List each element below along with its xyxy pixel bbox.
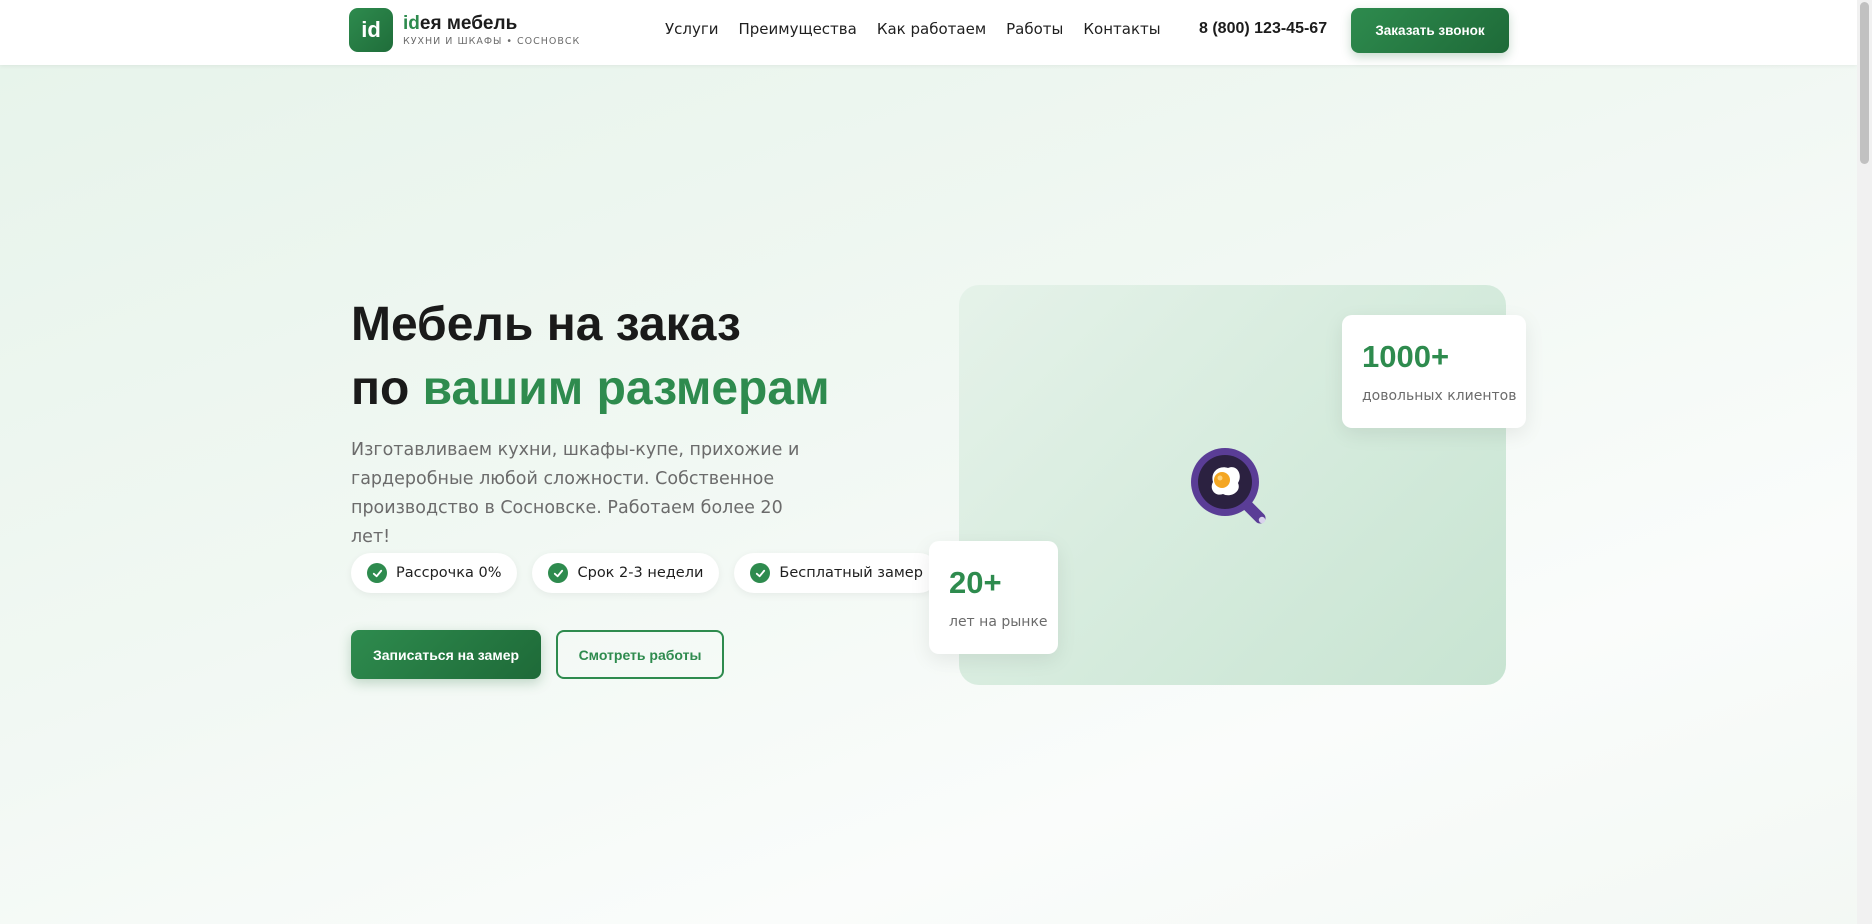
feature-chip-label: Рассрочка 0% bbox=[396, 565, 502, 581]
stat-card-clients: 1000+ довольных клиентов bbox=[1342, 315, 1526, 428]
check-circle-icon bbox=[548, 563, 569, 583]
hero-title: Мебель на заказ по вашим размерам bbox=[351, 293, 830, 421]
stat-value: 20+ bbox=[949, 565, 1002, 600]
nav-item-how-we-work[interactable]: Как работаем bbox=[877, 20, 986, 38]
logo-tagline: КУХНИ И ШКАФЫ • СОСНОВСК bbox=[403, 36, 581, 47]
logo-name-rest: ея мебель bbox=[419, 13, 518, 34]
stat-card-years: 20+ лет на рынке bbox=[929, 541, 1058, 654]
feature-chip: Бесплатный замер bbox=[734, 553, 939, 593]
feature-chip-label: Срок 2-3 недели bbox=[577, 565, 704, 581]
phone-number[interactable]: 8 (800) 123-45-67 bbox=[1199, 20, 1327, 38]
logo-name-accent: id bbox=[403, 13, 420, 34]
nav-item-advantages[interactable]: Преимущества bbox=[738, 20, 856, 38]
stat-label: довольных клиентов bbox=[1362, 388, 1517, 404]
order-call-button[interactable]: Заказать звонок bbox=[1351, 8, 1509, 53]
check-circle-icon bbox=[367, 563, 387, 583]
hero-title-line1: Мебель на заказ bbox=[351, 298, 741, 351]
logo-text: idея мебель КУХНИ И ШКАФЫ • СОСНОВСК bbox=[403, 13, 580, 47]
feature-chip: Рассрочка 0% bbox=[351, 553, 518, 593]
book-measurement-button[interactable]: Записаться на замер bbox=[351, 630, 541, 679]
site-header: id idея мебель КУХНИ И ШКАФЫ • СОСНОВСК … bbox=[0, 0, 1857, 65]
check-circle-icon bbox=[750, 563, 771, 583]
logo[interactable]: id idея мебель КУХНИ И ШКАФЫ • СОСНОВСК bbox=[349, 8, 580, 52]
nav-item-services[interactable]: Услуги bbox=[665, 20, 718, 38]
feature-chips: Рассрочка 0% Срок 2-3 недели Бесплатный … bbox=[351, 553, 939, 593]
frying-pan-egg-icon bbox=[1190, 446, 1272, 532]
feature-chip: Срок 2-3 недели bbox=[532, 553, 720, 593]
stat-label: лет на рынке bbox=[949, 614, 1048, 630]
hero-title-line2-plain: по bbox=[351, 362, 423, 415]
stat-value: 1000+ bbox=[1362, 339, 1450, 374]
logo-name: idея мебель bbox=[403, 13, 580, 35]
logo-mark: id bbox=[349, 8, 393, 52]
main-nav: Услуги Преимущества Как работаем Работы … bbox=[665, 20, 1161, 38]
nav-item-works[interactable]: Работы bbox=[1006, 20, 1063, 38]
hero-description: Изготавливаем кухни, шкафы-купе, прихожи… bbox=[351, 440, 800, 547]
nav-item-contacts[interactable]: Контакты bbox=[1083, 20, 1160, 38]
scrollbar-thumb[interactable] bbox=[1860, 2, 1869, 164]
page-scrollbar[interactable] bbox=[1857, 0, 1872, 924]
feature-chip-label: Бесплатный замер bbox=[779, 565, 923, 581]
hero-title-line2-accent: вашим размерам bbox=[422, 362, 830, 415]
view-works-button[interactable]: Смотреть работы bbox=[556, 630, 724, 679]
